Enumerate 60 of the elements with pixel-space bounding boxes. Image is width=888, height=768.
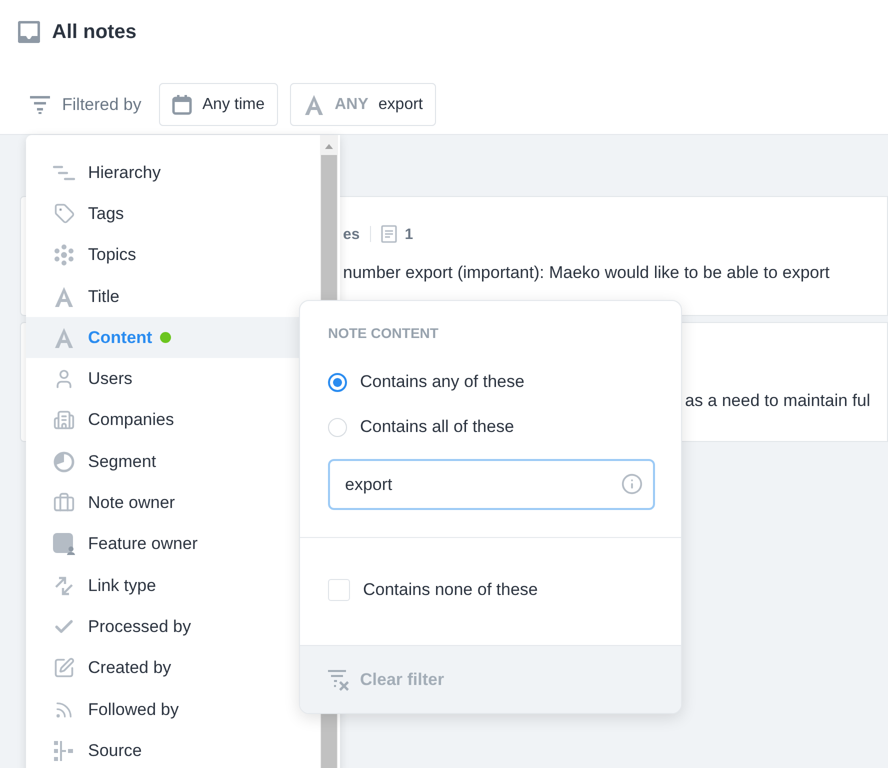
filter-menu-item[interactable]: Source (26, 730, 320, 768)
calendar-icon (172, 94, 192, 114)
document-icon (380, 225, 397, 243)
menu-item-label: Hierarchy (88, 162, 161, 183)
checkbox[interactable] (328, 579, 350, 601)
menu-item-label: Users (88, 369, 132, 390)
pie-icon (52, 450, 76, 473)
letter-a-icon (52, 326, 76, 349)
popover-heading: NOTE CONTENT (328, 325, 440, 341)
note-count: 1 (404, 226, 414, 242)
menu-item-label: Note owner (88, 493, 175, 514)
menu-item-label: Title (88, 286, 120, 307)
menu-item-label: Source (88, 740, 142, 761)
menu-item-label: Content (88, 328, 152, 348)
hierarchy-icon (52, 164, 76, 181)
menu-item-label: Topics (88, 245, 136, 266)
checkbox-option[interactable]: Contains none of these (328, 579, 655, 601)
filter-menu-item[interactable]: Segment (26, 441, 320, 482)
edit-icon (52, 657, 76, 680)
info-icon[interactable] (621, 473, 643, 495)
radio-button[interactable] (328, 372, 347, 392)
filter-icon (30, 96, 50, 114)
filter-menu-item[interactable]: Hierarchy (26, 152, 320, 194)
filter-menu-item[interactable]: Followed by (26, 688, 320, 730)
filter-menu-item[interactable]: Link type (26, 564, 320, 606)
letter-a-icon (302, 94, 325, 116)
keyword-input-field[interactable]: export (328, 459, 655, 510)
filter-menu-item[interactable]: Processed by (26, 606, 320, 648)
briefcase-icon (52, 492, 76, 514)
note-text: as a need to maintain ful (685, 391, 872, 411)
menu-item-label: Feature owner (88, 534, 198, 554)
inbox-icon (18, 21, 40, 43)
radio-option[interactable]: Contains all of these (328, 417, 655, 437)
tag-icon (52, 203, 76, 224)
filter-menu-item[interactable]: Note owner (26, 482, 320, 524)
clear-filter-icon (328, 668, 350, 690)
asterisk-icon (52, 244, 76, 266)
building-icon (52, 409, 76, 432)
date-filter-chip[interactable]: Any time (159, 83, 278, 126)
filter-menu-item[interactable]: Created by (26, 648, 320, 689)
menu-item-label: Link type (88, 576, 156, 596)
filter-menu-item[interactable]: Title (26, 276, 320, 318)
source-icon (52, 740, 76, 762)
menu-item-label: Segment (88, 452, 156, 472)
menu-item-label: Processed by (88, 616, 191, 637)
letter-a-icon (52, 286, 76, 308)
filter-menu-item[interactable]: Feature owner (26, 524, 320, 565)
card-person-icon (52, 532, 76, 556)
menu-item-label: Followed by (88, 700, 179, 720)
page-title: All notes (52, 20, 136, 44)
note-meta: es (343, 226, 360, 242)
filter-menu-item[interactable]: Tags (26, 193, 320, 235)
filter-menu-item[interactable]: Topics (26, 234, 320, 276)
menu-item-label: Tags (88, 204, 124, 224)
note-text: number export (important): Maeko would like to be able to export (343, 263, 831, 283)
content-filter-chip[interactable]: ANY export (290, 83, 436, 126)
menu-item-label: Created by (88, 658, 172, 678)
filter-label: Filtered by (62, 94, 142, 114)
radio-option[interactable]: Contains any of these (328, 372, 655, 392)
menu-item-label: Companies (88, 410, 174, 430)
